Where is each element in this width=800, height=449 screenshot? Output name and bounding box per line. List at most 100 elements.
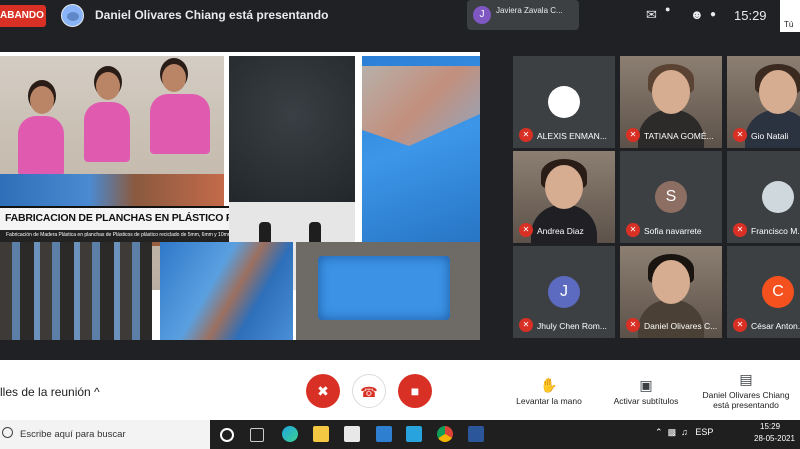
network-icon[interactable]: ▩ [668, 427, 677, 437]
participant-face [759, 70, 797, 114]
participant-name: Francisco M... [751, 226, 800, 236]
participant-name: Daniel Olivares C... [644, 321, 718, 331]
mic-muted-icon: ✕ [733, 318, 747, 332]
person-body [18, 116, 64, 176]
slide-subtitle: Fabricación de Madera Plástica en planch… [6, 232, 259, 238]
taskbar-search[interactable]: Escribe aquí para buscar [0, 420, 210, 449]
participant-tile[interactable]: ✕ Daniel Olivares C... [620, 246, 722, 338]
participant-face [652, 260, 690, 304]
meeting-details-button[interactable]: lles de la reunión ^ [0, 385, 100, 399]
people-icon[interactable]: ☻ [690, 8, 704, 22]
mic-muted-icon: ✕ [626, 223, 640, 237]
recording-label: ABANDO [0, 10, 44, 21]
raise-hand-button[interactable]: ✋ Levantar la mano [512, 376, 586, 406]
participant-name: Andrea Diaz [537, 226, 584, 236]
hang-up-icon: ☎ [360, 384, 378, 400]
person-head [96, 72, 120, 100]
participant-tile[interactable]: ✕ Andrea Diaz [513, 151, 615, 243]
chat-count-badge: ● [665, 4, 671, 14]
cortana-icon[interactable] [220, 428, 234, 442]
taskbar-date[interactable]: 28-05-2021 [754, 434, 795, 443]
presenting-title: Daniel Olivares Chiang está presentando [95, 8, 329, 22]
participant-avatar: S [655, 181, 687, 213]
shared-presentation: FABRICACION DE PLANCHAS EN PLÁSTICO RECI… [0, 52, 480, 340]
person-body [150, 94, 210, 154]
chrome-icon[interactable] [437, 426, 453, 442]
participant-body [638, 300, 704, 338]
participant-tile[interactable]: S ✕ Sofia navarrete [620, 151, 722, 243]
present-screen-icon: ▤ [739, 371, 753, 387]
pinned-avatar: J [473, 6, 491, 24]
pinned-participant[interactable]: J Javiera Zavala C... [467, 0, 579, 30]
participant-tile[interactable]: C ✕ César Anton... [727, 246, 800, 338]
participant-name: César Anton... [751, 321, 800, 331]
mic-muted-icon: ✕ [733, 223, 747, 237]
task-view-icon[interactable] [250, 428, 264, 442]
participant-tile[interactable]: ✕ Gio Natali [727, 56, 800, 148]
photo-dark-sheet [229, 56, 355, 202]
participant-grid: ✕ ALEXIS ENMAN... ✕ TATIANA GOMÉ... ✕ Gio Nat… [513, 56, 800, 338]
mic-muted-icon: ✕ [519, 223, 533, 237]
mic-muted-icon: ✕ [519, 128, 533, 142]
search-icon [2, 427, 13, 438]
participant-tile[interactable]: ✕ ALEXIS ENMAN... [513, 56, 615, 148]
self-view[interactable]: Tú [780, 0, 800, 32]
mic-off-button[interactable]: ✖ [306, 374, 340, 408]
mic-muted-icon: ✕ [733, 128, 747, 142]
pinned-name: Javiera Zavala C... [496, 6, 563, 15]
chevron-up-icon[interactable]: ⌃ [655, 427, 663, 437]
input-language[interactable]: ESP [695, 427, 713, 437]
file-explorer-icon[interactable] [313, 426, 329, 442]
captions-label: Activar subtítulos [613, 396, 679, 406]
store-icon[interactable] [344, 426, 360, 442]
participant-avatar: J [548, 276, 580, 308]
participant-name: TATIANA GOMÉ... [644, 131, 714, 141]
photo-stacked-sheets [0, 242, 152, 340]
participant-name: Gio Natali [751, 131, 789, 141]
meeting-controls: lles de la reunión ^ ✖ ☎ ■ ✋ Levantar la… [0, 360, 800, 420]
recording-badge: ABANDO [0, 5, 46, 27]
mic-off-icon: ✖ [317, 383, 329, 399]
participant-avatar: C [762, 276, 794, 308]
person-head [162, 64, 186, 92]
volume-icon[interactable]: ♫ [681, 427, 688, 437]
camera-off-icon: ■ [410, 383, 420, 399]
camera-off-button[interactable]: ■ [398, 374, 432, 408]
person-body [84, 102, 130, 162]
mic-muted-icon: ✕ [626, 318, 640, 332]
mic-muted-icon: ✕ [519, 318, 533, 332]
photo-blue-panel [296, 242, 480, 340]
windows-taskbar: Escribe aquí para buscar ⌃ ▩ ♫ ESP 15:29… [0, 420, 800, 449]
participant-face [652, 70, 690, 114]
participant-name: ALEXIS ENMAN... [537, 131, 607, 141]
hand-icon: ✋ [540, 377, 558, 393]
taskbar-time[interactable]: 15:29 [760, 422, 780, 431]
participant-avatar [548, 86, 580, 118]
participant-body [638, 110, 704, 148]
participant-body [531, 205, 597, 243]
chat-icon[interactable]: ✉ [646, 8, 657, 22]
participant-count-icon: ● [710, 9, 717, 20]
top-bar: ABANDO Daniel Olivares Chiang está prese… [0, 0, 800, 32]
mail-icon[interactable] [376, 426, 392, 442]
word-icon[interactable] [468, 426, 484, 442]
person-head [30, 86, 54, 114]
participant-avatar [762, 181, 794, 213]
photo-layered-sheets [160, 242, 293, 340]
sheet-fold [362, 66, 480, 146]
presenter-avatar [61, 4, 84, 27]
edge-icon[interactable] [282, 426, 298, 442]
participant-name: Jhuly Chen Rom... [537, 321, 607, 331]
app-l-icon[interactable] [406, 426, 422, 442]
raise-hand-label: Levantar la mano [516, 396, 582, 406]
participant-tile[interactable]: ✕ Francisco M... [727, 151, 800, 243]
captions-icon: ▣ [639, 377, 653, 393]
participant-tile[interactable]: J ✕ Jhuly Chen Rom... [513, 246, 615, 338]
presenting-button[interactable]: ▤ Daniel Olivares Chiang está presentand… [698, 370, 794, 410]
leave-call-button[interactable]: ☎ [352, 374, 386, 408]
participant-tile[interactable]: ✕ TATIANA GOMÉ... [620, 56, 722, 148]
system-tray: ⌃ ▩ ♫ ESP [655, 427, 713, 438]
search-placeholder: Escribe aquí para buscar [20, 429, 126, 440]
self-label: Tú [784, 20, 794, 29]
captions-button[interactable]: ▣ Activar subtítulos [606, 376, 686, 406]
